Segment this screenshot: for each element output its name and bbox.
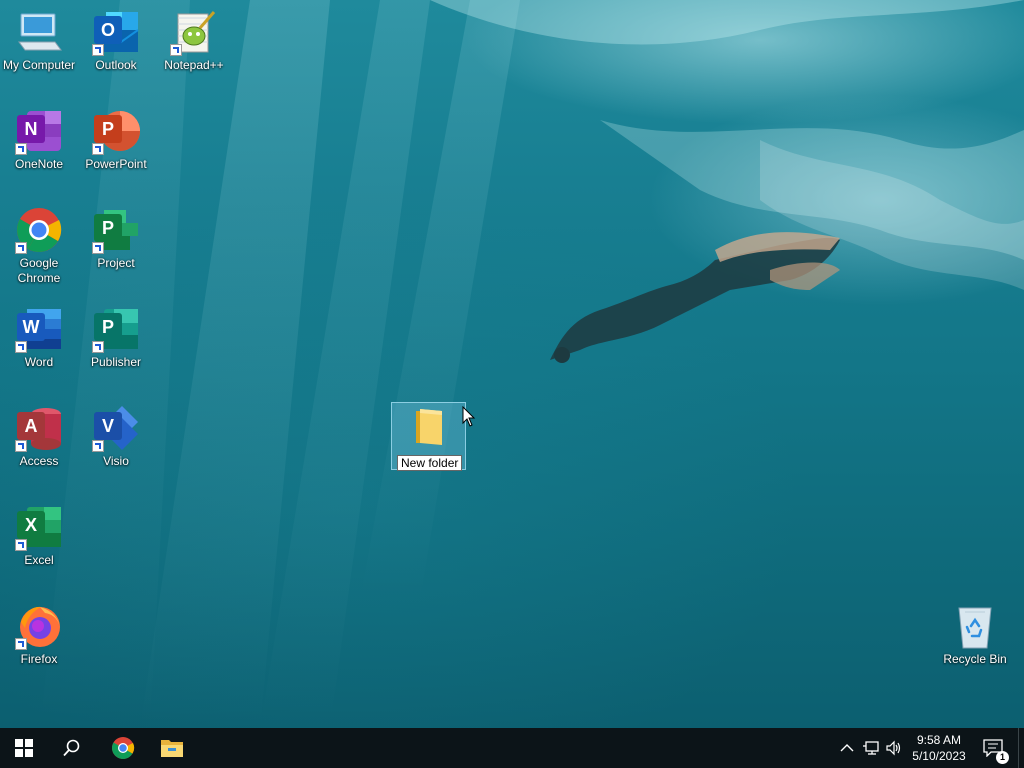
folder-icon — [412, 407, 446, 447]
taskbar-file-explorer[interactable] — [148, 728, 196, 768]
icon-label: Recycle Bin — [943, 652, 1007, 666]
mouse-cursor-icon — [462, 406, 476, 427]
icon-label: Publisher — [90, 355, 142, 369]
chrome-icon — [15, 206, 63, 254]
icon-label: Project — [97, 256, 135, 270]
publisher-icon: P — [92, 305, 140, 353]
taskbar: 9:58 AM 5/10/2023 1 — [0, 728, 1024, 768]
desktop-icon-firefox[interactable]: Firefox — [1, 602, 77, 667]
notification-badge: 1 — [996, 751, 1009, 764]
clock-time: 9:58 AM — [916, 733, 962, 747]
desktop-icon-word[interactable]: W Word — [1, 305, 77, 370]
search-button[interactable] — [48, 728, 96, 768]
access-icon: A — [15, 404, 63, 452]
icon-label: My Computer — [2, 58, 76, 72]
desktop-icon-outlook[interactable]: O Outlook — [78, 8, 154, 73]
desktop-icon-access[interactable]: A Access — [1, 404, 77, 469]
icon-label: Notepad++ — [164, 58, 224, 72]
desktop-icon-publisher[interactable]: P Publisher — [78, 305, 154, 370]
desktop-icon-new-folder[interactable]: New folder — [391, 402, 466, 471]
icon-label: Excel — [24, 553, 54, 567]
show-hidden-icons-button[interactable] — [838, 740, 856, 756]
icon-label: Word — [24, 355, 54, 369]
desktop-icon-powerpoint[interactable]: P PowerPoint — [78, 107, 154, 172]
volume-icon[interactable] — [885, 740, 903, 756]
desktop-icon-onenote[interactable]: N OneNote — [1, 107, 77, 172]
desktop-icon-notepadpp[interactable]: Notepad++ — [156, 8, 232, 73]
project-icon: P — [92, 206, 140, 254]
show-desktop-button[interactable] — [1018, 728, 1024, 768]
desktop-icon-my-computer[interactable]: My Computer — [1, 8, 77, 73]
icon-label: Firefox — [20, 652, 58, 666]
icon-label: Visio — [103, 454, 129, 468]
desktop-icon-project[interactable]: P Project — [78, 206, 154, 271]
notepadpp-icon — [170, 8, 218, 56]
file-explorer-icon — [161, 740, 183, 757]
desktop-icon-google-chrome[interactable]: Google Chrome — [1, 206, 77, 286]
start-button[interactable] — [0, 728, 48, 768]
diver-silhouette — [550, 232, 840, 363]
clock-date: 5/10/2023 — [912, 749, 966, 763]
visio-icon: V — [92, 404, 140, 452]
desktop-icon-excel[interactable]: X Excel — [1, 503, 77, 568]
taskbar-clock[interactable]: 9:58 AM 5/10/2023 — [904, 732, 974, 764]
folder-name-input[interactable]: New folder — [397, 455, 463, 471]
outlook-icon: O — [92, 8, 140, 56]
firefox-icon — [15, 602, 63, 650]
desktop[interactable]: My Computer N OneNote Google Chrome W Wo… — [0, 0, 1024, 728]
network-icon[interactable] — [862, 740, 880, 756]
desktop-icon-recycle-bin[interactable]: Recycle Bin — [937, 602, 1013, 667]
icon-label: PowerPoint — [85, 157, 147, 171]
icon-label: Access — [19, 454, 59, 468]
powerpoint-icon: P — [92, 107, 140, 155]
action-center-button[interactable]: 1 — [980, 738, 1009, 764]
computer-icon — [15, 8, 63, 56]
word-icon: W — [15, 305, 63, 353]
windows-logo-icon — [15, 739, 33, 757]
excel-icon: X — [15, 503, 63, 551]
search-icon — [63, 739, 80, 757]
chrome-icon — [112, 737, 135, 759]
icon-label: Google Chrome — [17, 256, 61, 285]
icon-label: OneNote — [14, 157, 64, 171]
taskbar-chrome[interactable] — [99, 728, 147, 768]
onenote-icon: N — [15, 107, 63, 155]
recycle-bin-icon — [951, 602, 999, 650]
icon-label: Outlook — [95, 58, 137, 72]
desktop-icon-visio[interactable]: V Visio — [78, 404, 154, 469]
